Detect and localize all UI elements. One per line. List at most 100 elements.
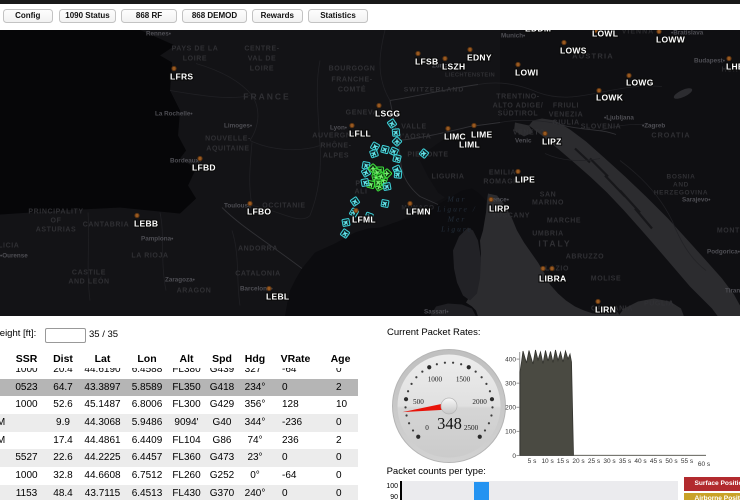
svg-text:30 s: 30 s <box>603 458 616 465</box>
svg-text:Mer: Mer <box>447 214 467 223</box>
svg-text:Zaragoza•: Zaragoza• <box>165 276 195 283</box>
svg-text:LIBRA: LIBRA <box>539 273 566 283</box>
svg-text:MARINO: MARINO <box>532 199 564 206</box>
svg-text:35 s: 35 s <box>619 458 632 465</box>
svg-text:FRANCE: FRANCE <box>243 91 290 101</box>
svg-text:LFRS: LFRS <box>170 71 193 81</box>
svg-text:55 s: 55 s <box>681 458 694 465</box>
svg-text:D'AOSTA: D'AOSTA <box>397 133 432 140</box>
svg-text:NOUVELLE-: NOUVELLE- <box>205 135 251 142</box>
svg-text:ASTURIAS: ASTURIAS <box>36 226 77 233</box>
svg-text:OF: OF <box>51 217 62 224</box>
svg-text:MOLISE: MOLISE <box>591 275 621 282</box>
svg-text:Limoges•: Limoges• <box>224 122 252 129</box>
svg-text:LFBO: LFBO <box>247 206 271 216</box>
svg-text:GENEVA: GENEVA <box>346 109 379 116</box>
svg-text:PAYS DE LA: PAYS DE LA <box>172 45 219 52</box>
svg-text:RHÔNE-: RHÔNE- <box>320 140 351 149</box>
svg-text:FRANCHE-: FRANCHE- <box>331 76 372 83</box>
svg-text:•Ljubljana: •Ljubljana <box>604 114 634 121</box>
svg-text:VALLE: VALLE <box>401 123 426 130</box>
svg-text:200: 200 <box>505 405 516 412</box>
svg-text:LHB: LHB <box>726 61 740 71</box>
svg-text:SAN: SAN <box>540 191 557 198</box>
svg-text:BOSNIA: BOSNIA <box>667 173 696 180</box>
svg-text:LOWL: LOWL <box>592 30 618 39</box>
svg-text:40 s: 40 s <box>634 458 647 465</box>
svg-text:LFMN: LFMN <box>406 206 431 216</box>
svg-text:ITALY: ITALY <box>538 238 571 248</box>
svg-text:1000: 1000 <box>428 375 443 383</box>
svg-text:15 s: 15 s <box>557 458 570 465</box>
svg-text:LIPZ: LIPZ <box>542 136 562 146</box>
svg-text:LIECHTENSTEIN: LIECHTENSTEIN <box>445 72 495 78</box>
svg-text:LSZH: LSZH <box>442 61 465 71</box>
svg-text:300: 300 <box>505 381 516 388</box>
svg-text:LSGG: LSGG <box>375 108 400 118</box>
svg-text:LOWS: LOWS <box>560 45 587 55</box>
svg-text:5 s: 5 s <box>528 458 537 465</box>
svg-text:45 s: 45 s <box>650 458 663 465</box>
svg-text:LOWK: LOWK <box>596 92 624 102</box>
svg-text:LIRN: LIRN <box>595 304 616 314</box>
svg-text:VENETO: VENETO <box>513 129 545 136</box>
svg-text:Tirana: Tirana <box>725 287 740 294</box>
svg-text:CROATIA: CROATIA <box>651 130 690 139</box>
svg-text:25 s: 25 s <box>588 458 601 465</box>
svg-text:LIME: LIME <box>471 129 493 139</box>
svg-text:348: 348 <box>437 414 462 433</box>
svg-text:400: 400 <box>505 356 516 363</box>
svg-text:Sarajevo•: Sarajevo• <box>682 196 710 203</box>
svg-text:AND LEÓN: AND LEÓN <box>68 276 109 285</box>
svg-text:HERZEGOVINA: HERZEGOVINA <box>654 189 708 196</box>
svg-text:FRIULI: FRIULI <box>553 102 579 109</box>
svg-text:500: 500 <box>413 398 424 406</box>
svg-text:LAZIO: LAZIO <box>545 265 569 272</box>
svg-text:EDDM: EDDM <box>525 30 551 34</box>
svg-text:0: 0 <box>425 424 429 432</box>
svg-text:LOIRE: LOIRE <box>250 65 274 72</box>
svg-text:AND: AND <box>673 181 689 188</box>
svg-text:100: 100 <box>505 429 516 436</box>
svg-text:0: 0 <box>512 453 516 460</box>
svg-text:CATALONIA: CATALONIA <box>235 270 281 277</box>
svg-text:LIGURIA: LIGURIA <box>432 173 465 180</box>
svg-text:MONTE: MONTE <box>717 227 740 234</box>
svg-text:Venic: Venic <box>515 137 532 144</box>
svg-text:CANTABRIA: CANTABRIA <box>83 221 130 228</box>
svg-text:SÜDTIROL: SÜDTIROL <box>498 108 539 117</box>
svg-text:BOURGOGN: BOURGOGN <box>329 65 376 72</box>
svg-text:P: P <box>355 180 360 187</box>
svg-text:VENEZIA: VENEZIA <box>549 111 584 118</box>
svg-text:LFLL: LFLL <box>349 128 371 138</box>
svg-text:LOWW: LOWW <box>656 34 686 44</box>
svg-text:SWITZERLAND: SWITZERLAND <box>404 86 464 93</box>
svg-text:Munich•: Munich• <box>501 32 525 39</box>
svg-text:Ligure /: Ligure / <box>436 204 477 213</box>
svg-text:LOWI: LOWI <box>515 67 538 77</box>
svg-text:50 s: 50 s <box>665 458 678 465</box>
svg-text:ALTO ADIGE/: ALTO ADIGE/ <box>493 102 544 109</box>
svg-text:LEBL: LEBL <box>266 291 289 301</box>
svg-text:VIENNA: VIENNA <box>622 30 654 36</box>
svg-text:COMTÉ: COMTÉ <box>338 84 366 93</box>
svg-text:LIRP: LIRP <box>489 203 510 213</box>
svg-text:PRINCIPALITY: PRINCIPALITY <box>28 208 83 215</box>
svg-text:SLOVENIA: SLOVENIA <box>581 123 622 130</box>
svg-text:LA RIOJA: LA RIOJA <box>131 252 168 259</box>
svg-text:10 s: 10 s <box>541 458 554 465</box>
svg-text:ALI: ALI <box>354 188 367 195</box>
svg-text:ARAGON: ARAGON <box>177 287 212 294</box>
svg-text:La Rochelle•: La Rochelle• <box>155 110 193 117</box>
svg-text:LOWG: LOWG <box>626 77 654 87</box>
svg-text:•Ourense: •Ourense <box>0 252 28 259</box>
svg-text:LIPE: LIPE <box>515 174 535 184</box>
svg-text:LEBB: LEBB <box>134 218 158 228</box>
svg-text:LFML: LFML <box>352 214 376 224</box>
svg-text:LOIRE: LOIRE <box>183 55 207 62</box>
svg-text:Lyon•: Lyon• <box>330 124 347 131</box>
svg-text:AQUITAINE: AQUITAINE <box>206 145 249 152</box>
svg-text:Rennes•: Rennes• <box>146 30 171 37</box>
svg-text:CENTRE-: CENTRE- <box>244 45 279 52</box>
svg-text:20 s: 20 s <box>572 458 585 465</box>
